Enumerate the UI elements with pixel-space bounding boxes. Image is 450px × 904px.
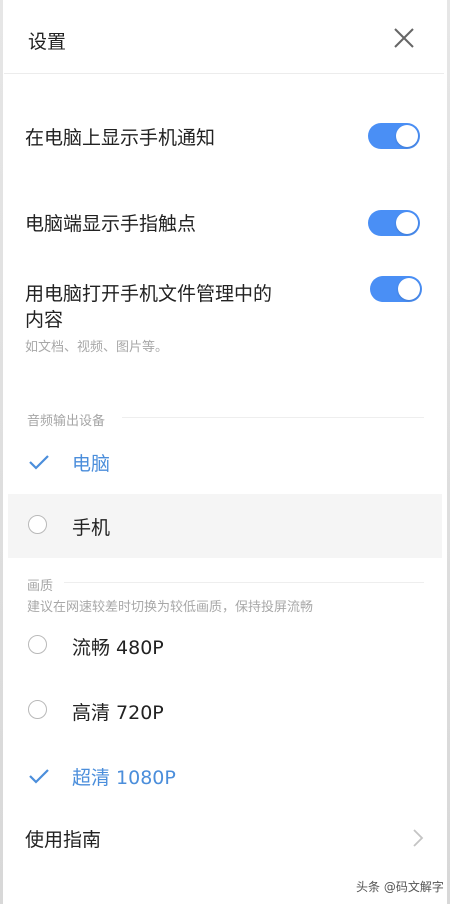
audio-section-divider bbox=[122, 417, 424, 418]
toggle-knob bbox=[398, 278, 420, 300]
toggle-label-show-notifications: 在电脑上显示手机通知 bbox=[25, 127, 216, 149]
audio-option-computer[interactable]: 电脑 bbox=[8, 430, 442, 494]
audio-option-label: 电脑 bbox=[72, 453, 111, 475]
close-icon bbox=[394, 28, 414, 48]
quality-option-label: 高清 720P bbox=[72, 702, 164, 724]
quality-option-1080p[interactable]: 超清 1080P bbox=[8, 744, 442, 808]
radio-icon bbox=[28, 700, 50, 722]
quality-section-title: 画质 bbox=[27, 579, 54, 594]
radio-icon bbox=[28, 515, 50, 537]
audio-option-phone[interactable]: 手机 bbox=[8, 494, 442, 558]
quality-option-label: 流畅 480P bbox=[72, 637, 164, 659]
check-icon bbox=[28, 765, 50, 787]
user-guide-row[interactable]: 使用指南 bbox=[0, 808, 450, 866]
toggle-label-open-files-line1: 用电脑打开手机文件管理中的 bbox=[25, 283, 273, 305]
window-edge-left bbox=[0, 0, 3, 904]
quality-option-480p[interactable]: 流畅 480P bbox=[8, 614, 442, 678]
close-button[interactable] bbox=[388, 22, 420, 54]
audio-section-title: 音频输出设备 bbox=[27, 414, 106, 429]
toggle-knob bbox=[396, 212, 418, 234]
toggle-touch-points[interactable] bbox=[368, 210, 420, 236]
toggle-sub-open-files: 如文档、视频、图片等。 bbox=[25, 340, 169, 355]
chevron-right-icon bbox=[409, 827, 427, 849]
toggle-label-touch-points: 电脑端显示手指触点 bbox=[25, 213, 197, 235]
quality-option-label: 超清 1080P bbox=[72, 767, 176, 789]
toggle-show-notifications[interactable] bbox=[368, 123, 420, 149]
page-title: 设置 bbox=[28, 31, 67, 53]
user-guide-label: 使用指南 bbox=[25, 829, 102, 851]
audio-option-label: 手机 bbox=[72, 517, 111, 539]
watermark-text: 头条 @码文解字 bbox=[356, 880, 444, 894]
quality-section-divider bbox=[64, 582, 424, 583]
check-icon bbox=[28, 451, 50, 473]
toggle-knob bbox=[396, 125, 418, 147]
quality-option-720p[interactable]: 高清 720P bbox=[8, 679, 442, 743]
radio-icon bbox=[28, 635, 50, 657]
settings-panel: 设置 在电脑上显示手机通知 电脑端显示手指触点 用电脑打开手机文件管理中的 内容… bbox=[0, 0, 450, 904]
quality-section-desc: 建议在网速较差时切换为较低画质，保持投屏流畅 bbox=[27, 600, 314, 615]
header: 设置 bbox=[0, 0, 450, 74]
header-divider bbox=[4, 73, 444, 74]
toggle-label-open-files-line2: 内容 bbox=[25, 309, 64, 331]
toggle-open-files[interactable] bbox=[370, 276, 422, 302]
